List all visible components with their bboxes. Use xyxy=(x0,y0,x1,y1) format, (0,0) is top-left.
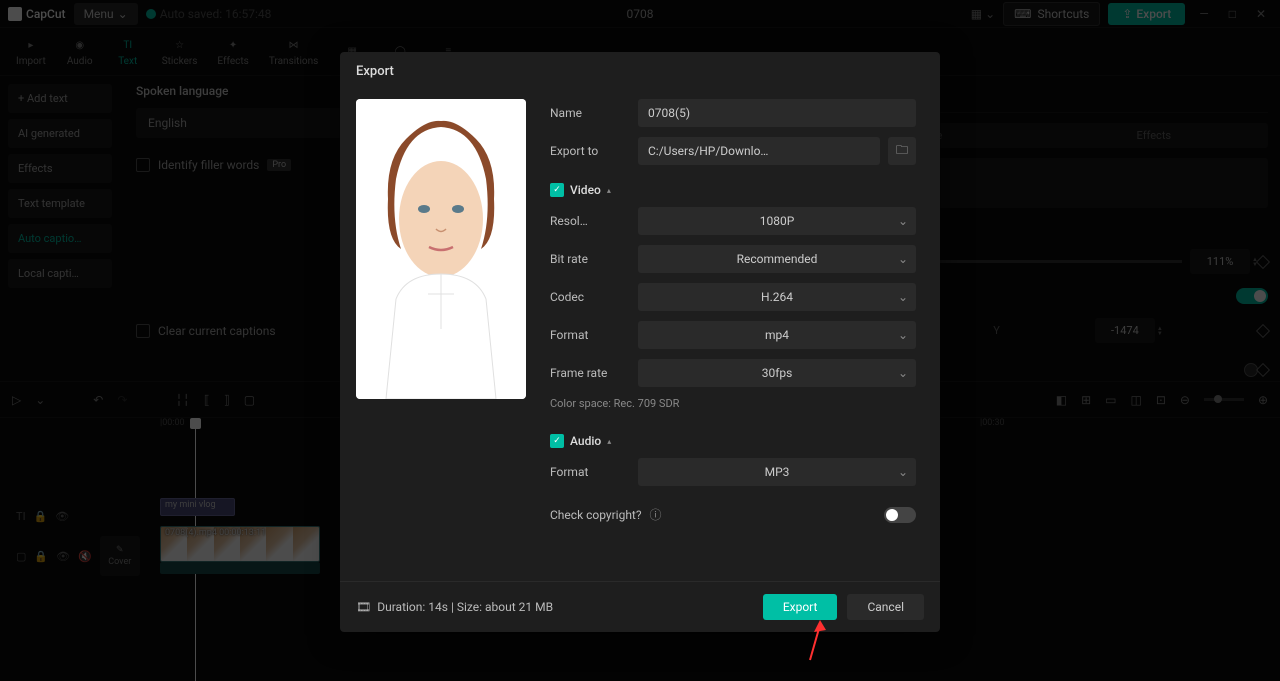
browse-folder-button[interactable]: 🗀 xyxy=(888,137,916,165)
framerate-label: Frame rate xyxy=(550,366,630,380)
framerate-dropdown[interactable]: 30fps xyxy=(638,359,916,387)
cover-preview: ✎ Edit cover xyxy=(356,99,526,399)
audio-section-checkbox[interactable]: ✓ xyxy=(550,434,564,448)
caret-up-icon-2[interactable]: ▴ xyxy=(607,437,611,446)
name-input[interactable]: 0708(5) xyxy=(638,99,916,127)
video-section-checkbox[interactable]: ✓ xyxy=(550,183,564,197)
audio-format-dropdown[interactable]: MP3 xyxy=(638,458,916,486)
codec-label: Codec xyxy=(550,290,630,304)
codec-dropdown[interactable]: H.264 xyxy=(638,283,916,311)
export-to-label: Export to xyxy=(550,144,630,158)
export-confirm-button[interactable]: Export xyxy=(763,594,838,620)
format-label: Format xyxy=(550,328,630,342)
audio-format-label: Format xyxy=(550,465,630,479)
export-modal: Export ✎ Edit cover xyxy=(340,52,940,632)
colorspace-info: Color space: Rec. 709 SDR xyxy=(550,397,916,410)
folder-icon: 🗀 xyxy=(896,141,908,162)
resolution-label: Resol… xyxy=(550,214,630,228)
modal-title: Export xyxy=(340,52,940,91)
audio-section-label: Audio xyxy=(570,434,601,448)
export-to-input[interactable]: C:/Users/HP/Downlo… xyxy=(638,137,880,165)
info-icon[interactable]: ⓘ xyxy=(650,506,662,523)
name-label: Name xyxy=(550,106,630,120)
bitrate-dropdown[interactable]: Recommended xyxy=(638,245,916,273)
annotation-arrow xyxy=(800,620,840,670)
face-portrait xyxy=(356,99,526,399)
check-copyright-label: Check copyright? xyxy=(550,508,642,522)
bitrate-label: Bit rate xyxy=(550,252,630,266)
check-copyright-toggle[interactable] xyxy=(884,507,916,523)
format-dropdown[interactable]: mp4 xyxy=(638,321,916,349)
film-icon: 🎞 xyxy=(356,600,371,614)
cancel-button[interactable]: Cancel xyxy=(847,594,924,620)
video-section-label: Video xyxy=(570,183,601,197)
resolution-dropdown[interactable]: 1080P xyxy=(638,207,916,235)
caret-up-icon[interactable]: ▴ xyxy=(607,186,611,195)
footer-info: Duration: 14s | Size: about 21 MB xyxy=(377,600,553,614)
